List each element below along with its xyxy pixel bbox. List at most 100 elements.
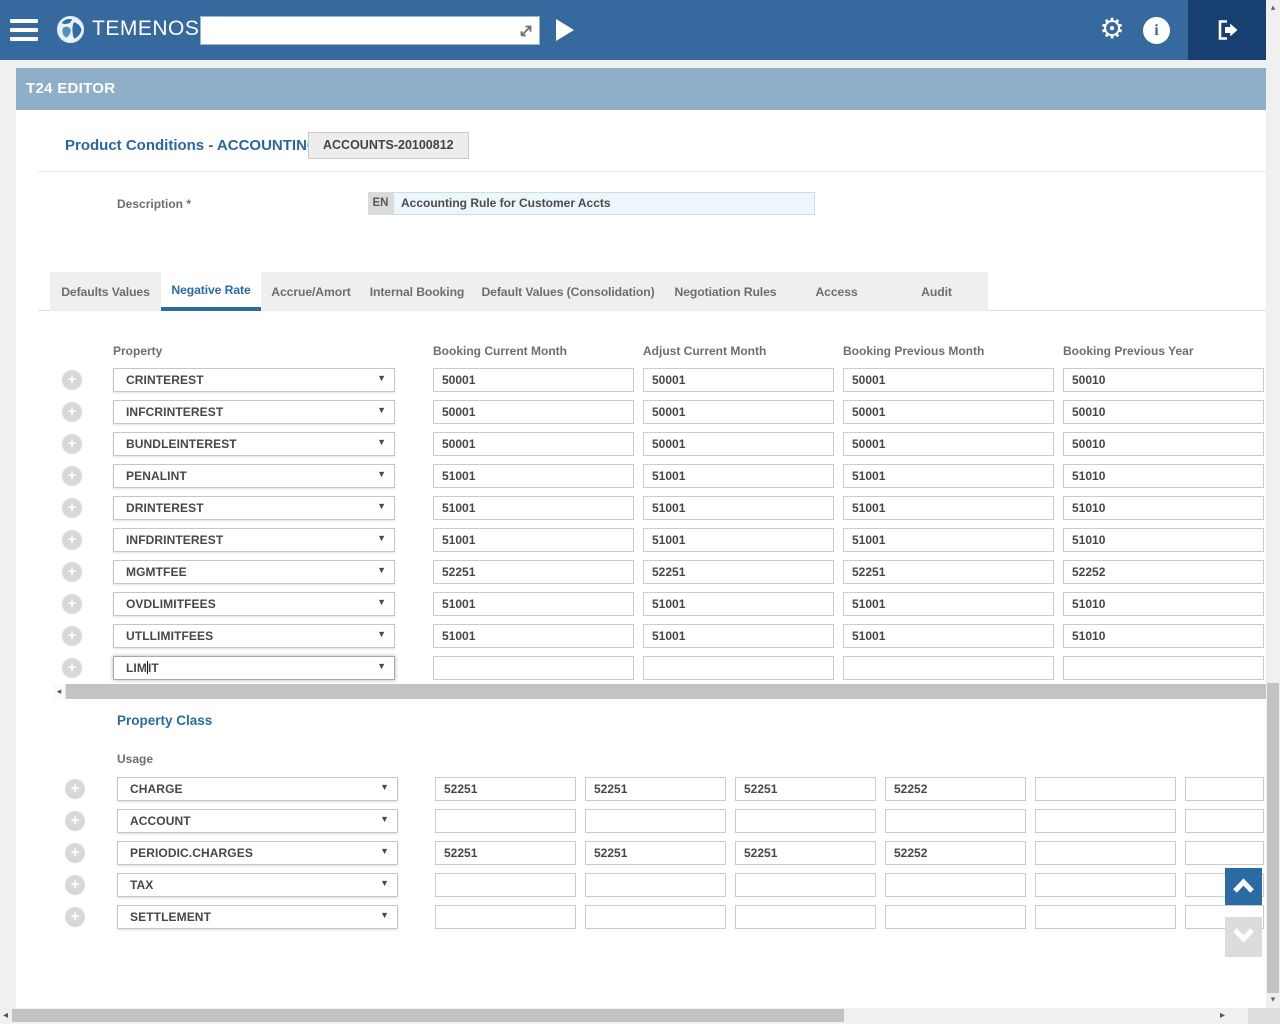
value-input[interactable]: 52251 bbox=[435, 777, 576, 801]
value-input[interactable]: 52251 bbox=[735, 777, 876, 801]
tab-internal-booking[interactable]: Internal Booking bbox=[361, 272, 473, 311]
value-input[interactable] bbox=[1035, 809, 1176, 833]
value-input[interactable] bbox=[1185, 777, 1264, 801]
property-dropdown[interactable]: CHARGE▼ bbox=[117, 777, 398, 801]
page-hscroll-thumb[interactable] bbox=[12, 1009, 844, 1022]
add-value-button[interactable] bbox=[65, 875, 85, 895]
value-input[interactable]: 52251 bbox=[643, 560, 834, 584]
info-icon[interactable]: i bbox=[1143, 17, 1170, 44]
add-value-button[interactable] bbox=[62, 626, 82, 646]
value-input[interactable]: 50001 bbox=[433, 368, 634, 392]
scroll-left-button[interactable]: ◂ bbox=[53, 684, 66, 699]
value-input[interactable]: 50001 bbox=[643, 432, 834, 456]
tab-accrue-amort[interactable]: Accrue/Amort bbox=[261, 272, 361, 311]
tab-negotiation-rules[interactable]: Negotiation Rules bbox=[663, 272, 788, 311]
sign-out-button[interactable] bbox=[1188, 0, 1266, 60]
value-input[interactable]: 52251 bbox=[435, 841, 576, 865]
property-dropdown[interactable]: BUNDLEINTEREST▼ bbox=[113, 432, 395, 456]
value-input[interactable] bbox=[585, 905, 726, 929]
value-input[interactable]: 51001 bbox=[843, 528, 1054, 552]
search-input[interactable] bbox=[205, 18, 510, 43]
value-input[interactable]: 52252 bbox=[885, 777, 1026, 801]
value-input[interactable]: 52251 bbox=[433, 560, 634, 584]
add-value-button[interactable] bbox=[65, 843, 85, 863]
value-input[interactable]: 51001 bbox=[843, 624, 1054, 648]
add-value-button[interactable] bbox=[65, 811, 85, 831]
value-input[interactable]: 51010 bbox=[1063, 624, 1264, 648]
value-input[interactable]: 50001 bbox=[643, 368, 834, 392]
run-command-button[interactable] bbox=[556, 19, 574, 41]
value-input[interactable]: 50001 bbox=[643, 400, 834, 424]
settings-gear-icon[interactable]: ⚙ bbox=[1096, 13, 1128, 45]
add-value-button[interactable] bbox=[65, 907, 85, 927]
value-input[interactable] bbox=[1063, 656, 1264, 680]
property-dropdown[interactable]: DRINTEREST▼ bbox=[113, 496, 395, 520]
value-input[interactable] bbox=[435, 809, 576, 833]
value-input[interactable]: 51001 bbox=[643, 592, 834, 616]
add-value-button[interactable] bbox=[62, 370, 82, 390]
launch-arrow-icon[interactable] bbox=[517, 22, 535, 40]
tab-defaults-values[interactable]: Defaults Values bbox=[50, 272, 161, 311]
value-input[interactable]: 52251 bbox=[585, 777, 726, 801]
tab-access[interactable]: Access bbox=[788, 272, 885, 311]
value-input[interactable]: 51010 bbox=[1063, 592, 1264, 616]
add-value-button[interactable] bbox=[62, 498, 82, 518]
value-input[interactable]: 51001 bbox=[433, 464, 634, 488]
add-value-button[interactable] bbox=[62, 434, 82, 454]
scroll-section-up-button[interactable] bbox=[1225, 868, 1262, 905]
value-input[interactable]: 52251 bbox=[585, 841, 726, 865]
value-input[interactable]: 50001 bbox=[843, 432, 1054, 456]
value-input[interactable] bbox=[585, 873, 726, 897]
value-input[interactable]: 50001 bbox=[433, 400, 634, 424]
value-input[interactable] bbox=[585, 809, 726, 833]
value-input[interactable] bbox=[1185, 809, 1264, 833]
value-input[interactable]: 52252 bbox=[1063, 560, 1264, 584]
value-input[interactable]: 52252 bbox=[885, 841, 1026, 865]
property-dropdown[interactable]: UTLLIMITFEES▼ bbox=[113, 624, 395, 648]
value-input[interactable] bbox=[735, 905, 876, 929]
value-input[interactable] bbox=[1035, 905, 1176, 929]
value-input[interactable]: 50001 bbox=[843, 368, 1054, 392]
value-input[interactable]: 51001 bbox=[843, 464, 1054, 488]
add-value-button[interactable] bbox=[62, 562, 82, 582]
property-dropdown[interactable]: OVDLIMITFEES▼ bbox=[113, 592, 395, 616]
property-dropdown[interactable]: INFCRINTEREST▼ bbox=[113, 400, 395, 424]
property-dropdown[interactable]: PENALINT▼ bbox=[113, 464, 395, 488]
add-value-button[interactable] bbox=[62, 402, 82, 422]
vscroll-thumb[interactable] bbox=[1267, 683, 1279, 993]
property-dropdown[interactable]: PERIODIC.CHARGES▼ bbox=[117, 841, 398, 865]
value-input[interactable]: 51001 bbox=[433, 592, 634, 616]
property-dropdown[interactable]: ACCOUNT▼ bbox=[117, 809, 398, 833]
value-input[interactable] bbox=[885, 809, 1026, 833]
tab-negative-rate[interactable]: Negative Rate bbox=[161, 272, 261, 311]
menu-icon[interactable] bbox=[10, 19, 38, 41]
property-dropdown[interactable]: INFDRINTEREST▼ bbox=[113, 528, 395, 552]
value-input[interactable]: 51001 bbox=[843, 592, 1054, 616]
value-input[interactable]: 51001 bbox=[643, 464, 834, 488]
value-input[interactable] bbox=[1035, 777, 1176, 801]
add-value-button[interactable] bbox=[62, 466, 82, 486]
value-input[interactable]: 51010 bbox=[1063, 464, 1264, 488]
page-scroll-right-arrow[interactable]: ▸ bbox=[1220, 1008, 1225, 1024]
value-input[interactable] bbox=[885, 905, 1026, 929]
value-input[interactable]: 52251 bbox=[735, 841, 876, 865]
value-input[interactable]: 51001 bbox=[843, 496, 1054, 520]
description-field[interactable]: Accounting Rule for Customer Accts bbox=[393, 192, 815, 215]
value-input[interactable] bbox=[735, 809, 876, 833]
scroll-section-down-button[interactable] bbox=[1225, 917, 1262, 957]
add-value-button[interactable] bbox=[62, 594, 82, 614]
value-input[interactable]: 51010 bbox=[1063, 496, 1264, 520]
value-input[interactable] bbox=[435, 873, 576, 897]
value-input[interactable]: 51001 bbox=[643, 624, 834, 648]
property-dropdown[interactable]: TAX▼ bbox=[117, 873, 398, 897]
add-value-button[interactable] bbox=[62, 530, 82, 550]
value-input[interactable] bbox=[1035, 873, 1176, 897]
value-input[interactable]: 52251 bbox=[843, 560, 1054, 584]
value-input[interactable]: 50001 bbox=[843, 400, 1054, 424]
value-input[interactable]: 51001 bbox=[643, 528, 834, 552]
value-input[interactable]: 51001 bbox=[643, 496, 834, 520]
add-value-button[interactable] bbox=[65, 779, 85, 799]
add-value-button[interactable] bbox=[62, 658, 82, 678]
value-input[interactable]: 51001 bbox=[433, 528, 634, 552]
value-input[interactable] bbox=[735, 873, 876, 897]
